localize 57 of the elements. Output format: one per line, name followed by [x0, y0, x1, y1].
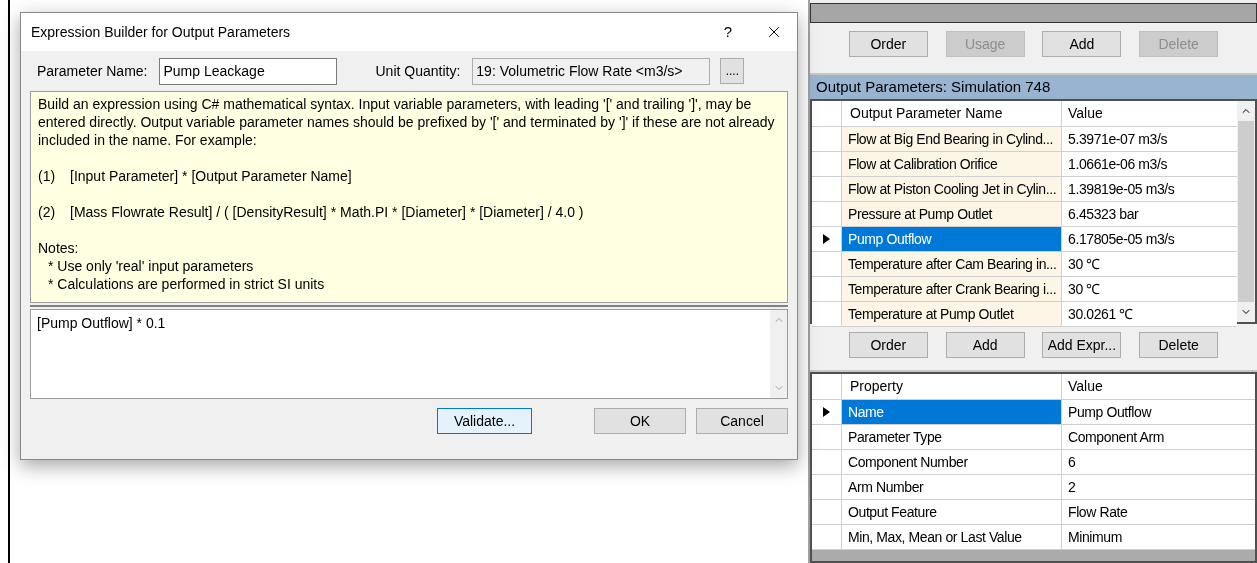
example-number: (2)	[38, 203, 57, 221]
row-pointer-icon	[823, 407, 830, 417]
table-cell-text: 6.45323 bar	[1067, 204, 1140, 224]
table-cell-text: 6	[1067, 452, 1077, 472]
window-title: Expression Builder for Output Parameters	[31, 22, 292, 42]
column-header[interactable]: Value	[1062, 101, 1237, 126]
table-cell: Temperature at Pump Outlet	[842, 302, 1062, 326]
row-pointer-icon	[823, 234, 830, 244]
panel-button[interactable]: Add	[945, 332, 1025, 358]
panel-title: Output Parameters: Simulation 748	[810, 75, 1257, 99]
help-paragraph: Build an expression using C# mathematical syntax. Input variable parameters, with leading '[' and trailing ']', may be entered directly. Output variable parameter names should be prefixed by '[' and terminated by ']' if these are not already included in the name. For example:	[38, 95, 776, 149]
table-cell: Temperature after Cam Bearing in...	[842, 252, 1062, 276]
table-cell: Flow at Big End Bearing in Cylind...	[842, 127, 1062, 151]
example-expression: [Input Parameter] * [Output Parameter Name]	[70, 167, 352, 185]
dialog-button[interactable]: Cancel	[696, 408, 788, 434]
example-expression: [Mass Flowrate Result] / ( [DensityResult] * Math.PI * [Diameter] * [Diameter] / 4.0 )	[70, 203, 584, 221]
table-cell-text: 6.17805e-05 m3/s	[1067, 229, 1176, 249]
table-cell-text: 2	[1067, 477, 1077, 497]
expression-text: [Pump Outflow] * 0.1	[36, 314, 167, 333]
dialog-button[interactable]: Validate...	[437, 408, 532, 434]
unit-quantity-field[interactable]: 19: Volumetric Flow Rate <m3/s>	[472, 57, 711, 85]
table-cell-text: Component Arm	[1067, 427, 1165, 447]
table-cell-text: 30 ℃	[1067, 279, 1101, 299]
table-cell: Pump Outflow	[842, 227, 1062, 251]
table-cell: Pressure at Pump Outlet	[842, 202, 1062, 226]
panel-button[interactable]: Order	[848, 31, 928, 57]
table-cell-text: 1.39819e-05 m3/s	[1067, 179, 1176, 199]
table-cell-text: 30.0261 ℃	[1067, 304, 1134, 324]
help-button[interactable]: ?	[705, 13, 751, 51]
table-cell-text: Minimum	[1067, 527, 1123, 547]
table-cell-text: 5.3971e-07 m3/s	[1067, 129, 1169, 149]
browse-button[interactable]: ....	[720, 58, 745, 84]
panel-button[interactable]: Delete	[1139, 332, 1219, 358]
panel-button[interactable]: Add Expr...	[1042, 332, 1122, 358]
scrollbar[interactable]	[1237, 101, 1255, 322]
dialog-button[interactable]: OK	[594, 408, 686, 434]
note-line: * Use only 'real' input parameters	[47, 257, 254, 275]
example-number: (1)	[38, 167, 57, 185]
table-cell-text: 30 ℃	[1067, 254, 1101, 274]
field-label: Unit Quantity:	[375, 61, 461, 81]
panel-button[interactable]: Add	[1042, 31, 1122, 57]
column-header[interactable]: Property	[842, 374, 1062, 399]
note-line: * Calculations are performed in strict SI units	[47, 275, 325, 293]
table-cell-text: Flow Rate	[1067, 502, 1129, 522]
table-cell-text: Pump Outflow	[1067, 402, 1153, 422]
parameter-name-field[interactable]: Pump Leackage	[159, 57, 338, 85]
column-header[interactable]: Output Parameter Name	[842, 101, 1062, 126]
table-cell-text: 1.0661e-06 m3/s	[1067, 154, 1169, 174]
notes-heading: Notes:	[38, 239, 79, 257]
table-cell: Temperature after Crank Bearing i...	[842, 277, 1062, 301]
table-cell: Flow at Piston Cooling Jet in Cylin...	[842, 177, 1062, 201]
expression-field[interactable]: [Pump Outflow] * 0.1	[30, 309, 788, 399]
column-header[interactable]: Value	[1062, 374, 1255, 399]
table-cell: Flow at Calibration Orifice	[842, 152, 1062, 176]
table-cell: Name	[842, 400, 1062, 424]
panel-button[interactable]: Order	[848, 332, 928, 358]
field-label: Parameter Name:	[37, 61, 148, 81]
